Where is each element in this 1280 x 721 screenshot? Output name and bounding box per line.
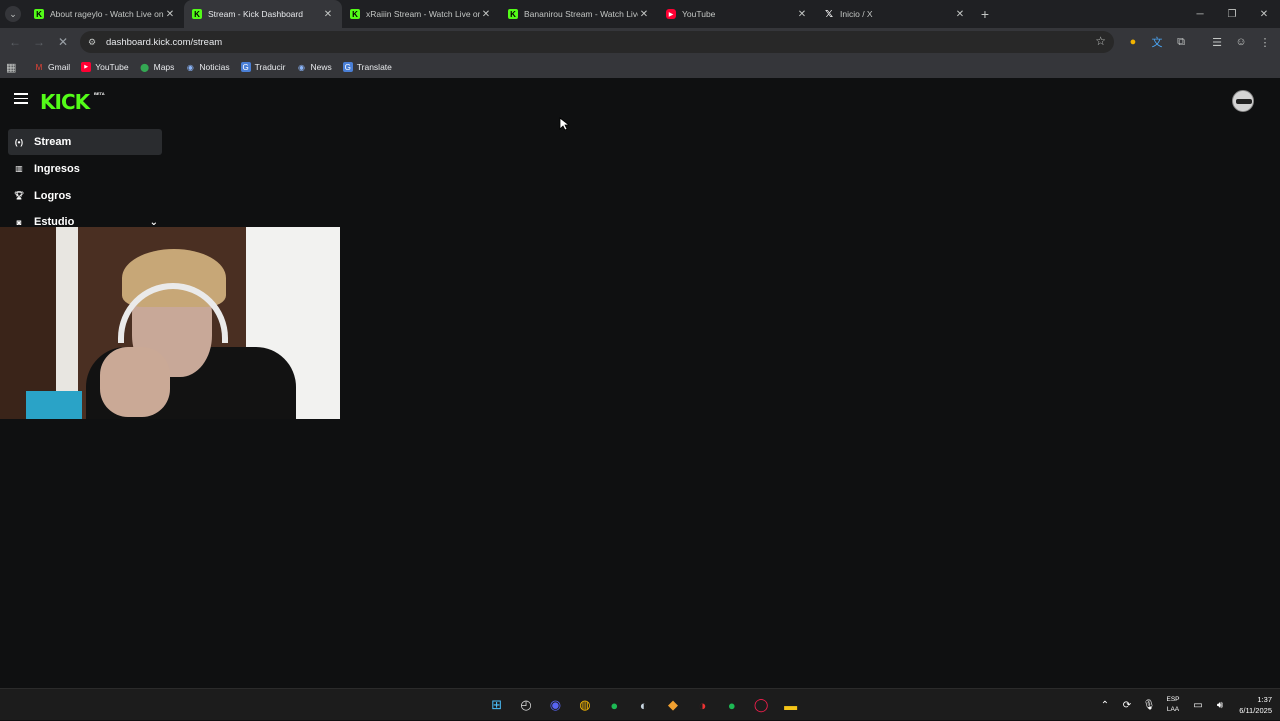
windows-taskbar: ⊞ ◴ ◉ ◍ ● ◐ ◆ ◑ ● ◯ ▬ ⌃ ⟳ 🎙︎ ESP LAA ▭ 🔊… — [0, 688, 1280, 720]
x-icon: 𝕏 — [824, 8, 834, 20]
extensions-area: ● 文 ⧉ ☰ ☺ ⋮ — [1121, 28, 1277, 56]
menu-kebab-icon[interactable]: ⋮ — [1253, 30, 1277, 54]
apps-grid-icon[interactable]: ▦ — [6, 61, 20, 74]
spotify-icon[interactable]: ● — [600, 693, 629, 717]
close-icon[interactable]: ✕ — [638, 9, 650, 20]
tab-xraiiin[interactable]: KxRaiiin Stream - Watch Live on ✕ — [342, 0, 500, 28]
translate-extension-icon[interactable]: 文 — [1145, 30, 1169, 54]
broadcast-icon: (•) — [14, 137, 24, 147]
clock-app-icon[interactable]: ◴ — [511, 693, 540, 717]
news-icon: ◉ — [186, 62, 194, 72]
url-text: dashboard.kick.com/stream — [106, 36, 223, 48]
site-settings-icon[interactable]: ⚙ — [88, 37, 100, 48]
camera-icon: ◙ — [16, 217, 22, 227]
webcam-overlay — [0, 227, 340, 419]
hamburger-menu-icon[interactable] — [14, 93, 28, 107]
kick-header: KICK BETA — [0, 78, 1280, 124]
bookmark-traducir[interactable]: G Traducir — [240, 62, 286, 72]
close-icon[interactable]: ✕ — [164, 9, 176, 20]
bookmark-translate[interactable]: G Translate — [342, 62, 392, 72]
sync-icon[interactable]: ⟳ — [1116, 700, 1138, 711]
close-icon[interactable]: ✕ — [322, 9, 334, 20]
sidebar-item-ingresos[interactable]: ▥ Ingresos — [8, 156, 162, 182]
chevron-down-icon: ⌄ — [5, 6, 21, 22]
kick-icon: K — [350, 9, 360, 19]
reading-list-icon[interactable]: ☰ — [1205, 30, 1229, 54]
bookmark-maps[interactable]: ⬤ Maps — [140, 62, 174, 72]
discord-icon[interactable]: ◉ — [541, 693, 570, 717]
minimize-icon[interactable]: ─ — [1184, 0, 1216, 28]
game-launcher-icon[interactable]: ◆ — [658, 693, 687, 717]
translate-icon: G — [342, 62, 353, 72]
bookmark-gmail[interactable]: M Gmail — [34, 62, 71, 72]
close-window-icon[interactable]: ✕ — [1248, 0, 1280, 28]
kick-icon: K — [508, 9, 518, 19]
user-avatar[interactable] — [1232, 90, 1254, 112]
translate-icon: G — [240, 62, 251, 72]
bookmark-star-icon[interactable]: ☆ — [1095, 34, 1106, 48]
address-bar[interactable]: ⚙ dashboard.kick.com/stream ☆ — [80, 31, 1114, 53]
profile-avatar-icon[interactable]: ☺ — [1229, 30, 1253, 54]
tab-youtube[interactable]: ▶ YouTube ✕ — [658, 0, 816, 28]
chrome-icon[interactable]: ◍ — [570, 693, 599, 717]
restore-icon[interactable]: ❐ — [1216, 0, 1248, 28]
stop-loading-icon[interactable]: ✕ — [51, 30, 75, 54]
new-tab-button[interactable]: + — [974, 6, 996, 22]
back-icon[interactable]: ← — [3, 30, 27, 54]
browser-tab-strip: ⌄ K About rageylo - Watch Live on ✕ K Strea… — [0, 0, 1280, 28]
chart-icon: ▥ — [15, 164, 23, 174]
close-icon[interactable]: ✕ — [796, 9, 808, 20]
trophy-icon: 🏆︎ — [13, 191, 25, 201]
puzzle-icon[interactable]: ⧉ — [1169, 30, 1193, 54]
bookmark-noticias[interactable]: ◉ Noticias — [185, 62, 230, 72]
tab-kick-dashboard[interactable]: K Stream - Kick Dashboard ✕ — [184, 0, 342, 28]
gmail-icon: M — [35, 62, 43, 72]
webcam-blue-object — [26, 391, 82, 419]
avatar-glasses — [1236, 99, 1252, 104]
dashboard-sidebar: (•) Stream ▥ Ingresos 🏆︎ Logros ◙ Estudi… — [8, 129, 162, 236]
youtube-icon: ▶ — [81, 62, 92, 72]
close-icon[interactable]: ✕ — [954, 9, 966, 20]
language-indicator[interactable]: ESP LAA — [1162, 695, 1184, 715]
tab-x[interactable]: 𝕏 Inicio / X ✕ — [816, 0, 974, 28]
file-explorer-icon[interactable]: ▬ — [776, 693, 805, 717]
system-tray: ⌃ ⟳ 🎙︎ — [1094, 689, 1160, 721]
window-controls: ─ ❐ ✕ — [1184, 0, 1280, 28]
extension-icon[interactable]: ● — [1121, 30, 1145, 54]
maps-icon: ⬤ — [140, 62, 150, 72]
media-app-icon[interactable]: ◑ — [688, 693, 717, 717]
news-icon: ◉ — [298, 62, 305, 72]
bookmarks-bar: ▦ M Gmail ▶ YouTube ⬤ Maps ◉ Noticias G Tradu… — [0, 56, 1280, 78]
spotify-icon[interactable]: ● — [717, 693, 746, 717]
beta-badge: BETA — [94, 91, 105, 96]
kick-icon: K — [34, 9, 44, 19]
bookmark-youtube[interactable]: ▶ YouTube — [81, 62, 129, 72]
close-icon[interactable]: ✕ — [480, 9, 492, 20]
microphone-icon[interactable]: 🎙︎ — [1138, 700, 1160, 711]
taskbar-clock[interactable]: 1:37 6/11/2025 — [1226, 694, 1272, 716]
youtube-icon: ▶ — [666, 9, 676, 19]
system-tray-status: ▭ 🔊︎ — [1187, 689, 1231, 721]
network-icon[interactable]: ▭ — [1187, 700, 1209, 711]
windows-start-icon[interactable]: ⊞ — [482, 693, 511, 717]
kick-icon: K — [192, 9, 202, 19]
tab-bananirou[interactable]: K Bananirou Stream - Watch Live ✕ — [500, 0, 658, 28]
webcam-person-hand — [100, 347, 170, 417]
sidebar-item-stream[interactable]: (•) Stream — [8, 129, 162, 155]
opera-gx-icon[interactable]: ◯ — [747, 693, 776, 717]
kick-logo[interactable]: KICK — [40, 90, 90, 114]
tab-search-button[interactable]: ⌄ — [0, 0, 26, 28]
mouse-cursor-icon — [559, 117, 569, 131]
chevron-up-icon[interactable]: ⌃ — [1094, 700, 1116, 711]
forward-icon[interactable]: → — [27, 30, 51, 54]
bookmark-news[interactable]: ◉ News — [297, 62, 332, 72]
browser-toolbar: ← → ✕ ⚙ dashboard.kick.com/stream ☆ ● 文 … — [0, 28, 1280, 56]
taskbar-apps: ⊞ ◴ ◉ ◍ ● ◐ ◆ ◑ ● ◯ ▬ — [482, 693, 805, 717]
steam-icon[interactable]: ◐ — [629, 693, 658, 717]
sidebar-item-logros[interactable]: 🏆︎ Logros — [8, 183, 162, 209]
tab-about-rageylo[interactable]: K About rageylo - Watch Live on ✕ — [26, 0, 184, 28]
kick-dashboard-page: KICK BETA (•) Stream ▥ Ingresos 🏆︎ Logro… — [0, 78, 1280, 688]
